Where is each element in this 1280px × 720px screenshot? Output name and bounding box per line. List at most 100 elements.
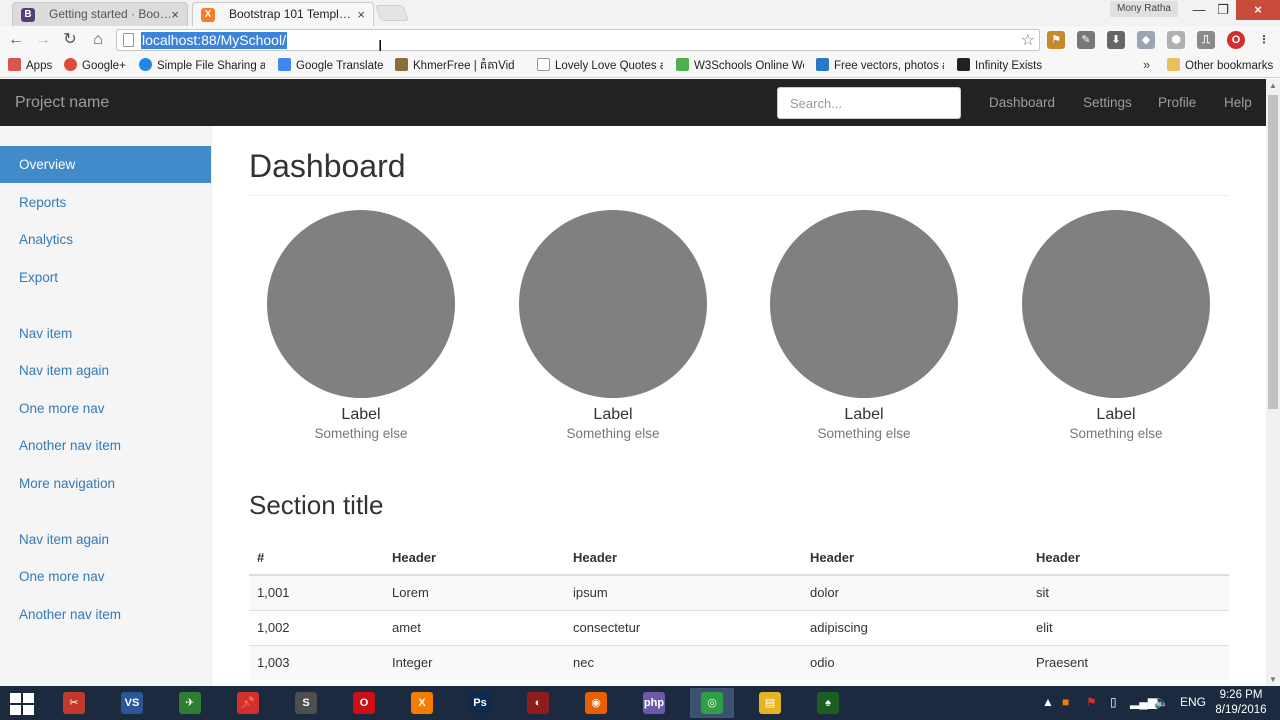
- khmerfree-icon: [395, 58, 408, 71]
- dropbox-extension-icon[interactable]: ◆: [1137, 31, 1155, 49]
- opera-extension-icon[interactable]: O: [1227, 31, 1245, 49]
- volume-icon[interactable]: 🔈: [1154, 695, 1169, 709]
- taskbar-app-button[interactable]: ▤: [748, 688, 792, 718]
- profile-name-button[interactable]: Mony Ratha: [1110, 1, 1178, 17]
- freepik-icon: [816, 58, 829, 71]
- main-content: Dashboard Label Something else Label Som…: [212, 126, 1266, 686]
- table-cell: nec: [565, 644, 802, 680]
- taskbar-app-button[interactable]: php: [632, 688, 676, 718]
- reload-icon[interactable]: ↻: [60, 30, 80, 50]
- flag-tray-icon[interactable]: ⚑: [1086, 695, 1097, 709]
- battery-icon[interactable]: ▯: [1110, 695, 1117, 709]
- bookmark-google-plus[interactable]: Google+: [64, 58, 130, 74]
- sidebar-item-overview[interactable]: Overview: [0, 146, 211, 183]
- menu-icon[interactable]: ⋮: [1255, 31, 1273, 49]
- bookmark-free-vectors[interactable]: Free vectors, photos a: [816, 58, 944, 74]
- bookmark-infinity-exists[interactable]: Infinity Exists: [957, 58, 1047, 74]
- bookmark-star-icon[interactable]: ☆: [1021, 30, 1035, 50]
- apps-icon: [8, 58, 21, 71]
- taskbar-app-button[interactable]: O: [342, 688, 386, 718]
- xampp-tray-icon[interactable]: ■: [1062, 695, 1069, 709]
- bookmark-simple-file-sharing[interactable]: Simple File Sharing a: [139, 58, 265, 74]
- system-clock[interactable]: 9:26 PM 8/19/2016: [1208, 688, 1274, 718]
- scroll-up-arrow-icon[interactable]: ▲: [1268, 81, 1278, 90]
- placeholder-image: [519, 210, 707, 398]
- taskbar-app-button[interactable]: ◐: [516, 688, 560, 718]
- scrollbar-thumb[interactable]: [1268, 95, 1278, 409]
- more-bookmarks-chevron-icon[interactable]: »: [1143, 57, 1150, 72]
- nav-link-settings[interactable]: Settings: [1083, 95, 1132, 110]
- language-indicator[interactable]: ENG: [1180, 695, 1206, 709]
- sidebar-item-nav-item-again-2[interactable]: Nav item again: [0, 521, 211, 558]
- sidebar-item-nav-item[interactable]: Nav item: [0, 315, 211, 352]
- chrome-icon: ◎: [701, 692, 723, 714]
- browser-tab-getting-started[interactable]: B Getting started · Bootstrap ×: [12, 2, 188, 26]
- close-tab-icon[interactable]: ×: [357, 7, 365, 22]
- placeholder-card: Label Something else: [267, 210, 455, 441]
- sidebar-item-another-nav-item[interactable]: Another nav item: [0, 427, 211, 464]
- nav-link-profile[interactable]: Profile: [1158, 95, 1196, 110]
- terminal-icon: ♠: [817, 692, 839, 714]
- taskbar-app-button[interactable]: ◎: [690, 688, 734, 718]
- sidebar: Overview Reports Analytics Export Nav it…: [0, 126, 212, 686]
- dreamweaver-icon: ✈: [179, 692, 201, 714]
- close-tab-icon[interactable]: ×: [171, 7, 179, 22]
- php-icon: php: [643, 692, 665, 714]
- show-hidden-icons-chevron-icon[interactable]: ▲: [1042, 695, 1054, 709]
- back-arrow-icon[interactable]: ←: [6, 30, 26, 50]
- download-extension-icon[interactable]: ⬇: [1107, 31, 1125, 49]
- other-bookmarks-folder[interactable]: Other bookmarks: [1167, 58, 1277, 74]
- bookmark-apps[interactable]: Apps: [8, 58, 58, 74]
- browser-tab-bootstrap-template[interactable]: X Bootstrap 101 Template ×: [192, 2, 374, 26]
- scroll-down-arrow-icon[interactable]: ▼: [1268, 675, 1278, 684]
- table-cell: 1,001: [249, 574, 384, 610]
- close-window-icon[interactable]: ×: [1236, 0, 1280, 20]
- page-scrollbar[interactable]: ▲ ▼: [1266, 79, 1280, 686]
- search-input[interactable]: [777, 87, 961, 119]
- taskbar-app-button[interactable]: X: [400, 688, 444, 718]
- nav-link-dashboard[interactable]: Dashboard: [989, 95, 1055, 110]
- taskbar-app-button[interactable]: ✈: [168, 688, 212, 718]
- bookmark-w3schools[interactable]: W3Schools Online We: [676, 58, 804, 74]
- taskbar-app-button[interactable]: Ps: [458, 688, 502, 718]
- address-bar-url[interactable]: localhost:88/MySchool/: [141, 32, 287, 49]
- extension-flag-icon[interactable]: ⚑: [1047, 31, 1065, 49]
- new-tab-button[interactable]: [375, 5, 409, 21]
- stamp-extension-icon[interactable]: ⎍: [1197, 31, 1215, 49]
- forward-arrow-icon[interactable]: →: [33, 30, 53, 50]
- sidebar-item-export[interactable]: Export: [0, 259, 211, 296]
- sidebar-item-another-nav-item-2[interactable]: Another nav item: [0, 596, 211, 633]
- page-icon: [537, 58, 550, 71]
- sidebar-item-one-more-nav[interactable]: One more nav: [0, 390, 211, 427]
- media-player-icon: ◐: [527, 692, 549, 714]
- sidebar-item-one-more-nav-2[interactable]: One more nav: [0, 558, 211, 595]
- taskbar-app-button[interactable]: 📌: [226, 688, 270, 718]
- data-table: # Header Header Header Header 1,001 Lore…: [249, 540, 1229, 680]
- bookmark-lovely-love-quotes[interactable]: Lovely Love Quotes a: [537, 58, 663, 74]
- maximize-window-icon[interactable]: ❐: [1210, 0, 1236, 20]
- cube-extension-icon[interactable]: ⬢: [1167, 31, 1185, 49]
- bookmark-khmerfree[interactable]: KhmerFree | គំគាVid: [395, 58, 523, 74]
- taskbar-app-button[interactable]: ◉: [574, 688, 618, 718]
- sidebar-item-analytics[interactable]: Analytics: [0, 221, 211, 258]
- network-signal-icon[interactable]: ▂▄▆: [1130, 695, 1157, 709]
- taskbar-app-button[interactable]: ✂: [52, 688, 96, 718]
- nav-link-help[interactable]: Help: [1224, 95, 1252, 110]
- taskbar-app-button[interactable]: ♠: [806, 688, 850, 718]
- infinity-icon: [957, 58, 970, 71]
- navbar-brand[interactable]: Project name: [15, 94, 109, 112]
- color-picker-extension-icon[interactable]: ✎: [1077, 31, 1095, 49]
- address-bar[interactable]: localhost:88/MySchool/ ☆: [116, 29, 1040, 51]
- table-cell: Integer: [384, 644, 565, 680]
- sidebar-item-nav-item-again[interactable]: Nav item again: [0, 352, 211, 389]
- taskbar-app-button[interactable]: S: [284, 688, 328, 718]
- home-icon[interactable]: ⌂: [88, 30, 108, 50]
- bookmark-google-translate[interactable]: Google Translate: [278, 58, 386, 74]
- sidebar-item-reports[interactable]: Reports: [0, 184, 211, 221]
- taskbar-app-button[interactable]: VS: [110, 688, 154, 718]
- table-row: 1,001 Lorem ipsum dolor sit: [249, 574, 1229, 610]
- sidebar-item-more-navigation[interactable]: More navigation: [0, 465, 211, 502]
- windows-start-icon[interactable]: [10, 693, 36, 715]
- table-cell: sit: [1028, 574, 1229, 610]
- minimize-window-icon[interactable]: —: [1186, 0, 1212, 20]
